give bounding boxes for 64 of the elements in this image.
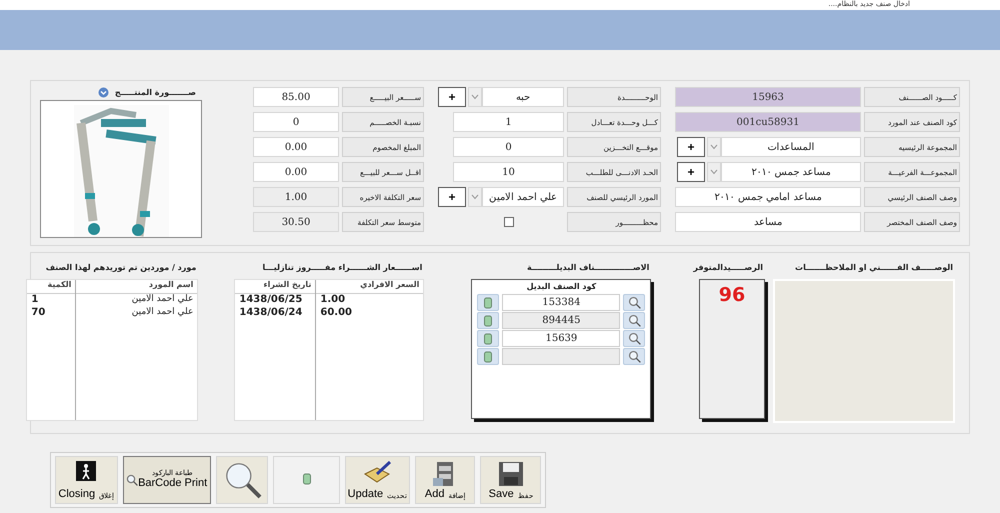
text-field[interactable]: 15963: [675, 87, 861, 107]
table-cell-text: 1: [30, 294, 40, 307]
table-cell-text: 70: [30, 307, 46, 320]
table-cell-text: علي احمد الامين: [130, 294, 194, 306]
search-icon: [628, 332, 641, 345]
search-button[interactable]: [216, 456, 268, 504]
chevron-down-icon: [471, 94, 479, 100]
search-button[interactable]: [623, 294, 646, 311]
dropdown-field[interactable]: حبه: [482, 87, 564, 107]
text-field[interactable]: 001cu58931: [675, 112, 861, 132]
add-button[interactable]: +: [677, 162, 705, 182]
code-field[interactable]: 15639: [502, 330, 620, 347]
delete-button[interactable]: [477, 312, 500, 329]
table-cell-text: 1438/06/24: [238, 307, 304, 320]
search-button[interactable]: [623, 330, 646, 347]
code-field[interactable]: 153384: [502, 294, 620, 311]
dropdown-circle-icon[interactable]: [98, 87, 109, 98]
checkbox[interactable]: [504, 217, 514, 227]
table-header: السعر الافرادي: [316, 280, 424, 294]
table-cell-text: 1438/06/25: [238, 294, 304, 307]
table-header: تاريخ الشراء: [235, 280, 316, 294]
delete-button[interactable]: [477, 330, 500, 347]
delete-button[interactable]: [477, 348, 500, 365]
search-button[interactable]: [623, 312, 646, 329]
dropdown-field[interactable]: مساعد جمس ٢٠١٠: [721, 162, 861, 182]
image-title: صـــــــورة المنتـــــج: [114, 88, 196, 97]
section-title: الاصــــــــــــــناف البديلـــــــــة: [526, 262, 650, 274]
add-button[interactable]: +: [438, 87, 466, 107]
text-field[interactable]: مساعد امامي جمس ٢٠١٠: [675, 187, 861, 207]
section-title: الرصـــــيدالمتوفر: [692, 262, 764, 274]
table-header: اسم المورد: [76, 280, 198, 294]
balance-value: 96: [718, 284, 746, 308]
section-title: اســــــعار الشــــــراء مفـــــروز تنازليـــا: [261, 262, 424, 274]
table-cell-text: 1.00: [319, 294, 346, 307]
section-title: مورد / موردين تم توريدهم لهذا الصنف: [44, 262, 198, 274]
code-field[interactable]: [502, 348, 620, 365]
text-field[interactable]: 10: [453, 162, 564, 182]
section-title: الوصـــــف الفــــــني او الملاحظـــــــات: [794, 262, 954, 274]
text-field[interactable]: 85.00: [253, 87, 339, 107]
text-field[interactable]: 0: [453, 137, 564, 157]
code-field[interactable]: 894445: [502, 312, 620, 329]
chevron-down-icon: [710, 144, 718, 150]
text-field[interactable]: 0: [253, 112, 339, 132]
column-header: كود الصنف البديل: [526, 282, 596, 291]
search-icon: [628, 350, 641, 363]
text-field[interactable]: مساعد: [675, 212, 861, 232]
add-button[interactable]: +: [677, 137, 705, 157]
chevron-down-icon: [710, 169, 718, 175]
chevron-down-icon: [471, 194, 479, 200]
dropdown-field[interactable]: المساعدات: [721, 137, 861, 157]
add-button[interactable]: +: [438, 187, 466, 207]
search-icon: [126, 474, 138, 486]
table-cell-text: 60.00: [319, 307, 354, 320]
dropdown-field[interactable]: علي احمد الامين: [482, 187, 564, 207]
text-field[interactable]: 0.00: [253, 137, 339, 157]
table-header: الكمية: [27, 280, 76, 294]
text-field[interactable]: 1: [453, 112, 564, 132]
table-cell-text: علي احمد الامين: [130, 307, 194, 319]
search-button[interactable]: [623, 348, 646, 365]
delete-button[interactable]: [477, 294, 500, 311]
search-icon: [628, 296, 641, 309]
notes-field[interactable]: [773, 279, 955, 423]
text-field[interactable]: 0.00: [253, 162, 339, 182]
search-icon: [628, 314, 641, 327]
